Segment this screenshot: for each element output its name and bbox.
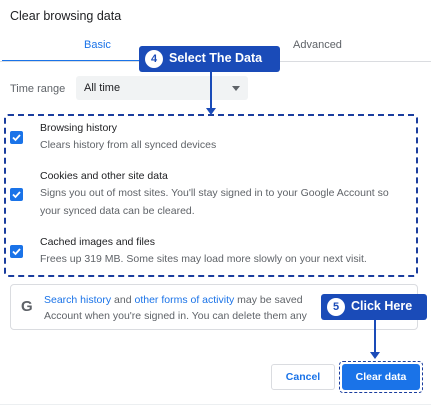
step-number: 4: [145, 50, 163, 68]
dialog-title: Clear browsing data: [10, 9, 122, 23]
callout-label: Click Here: [351, 299, 413, 313]
item-desc: Clears history from all synced devices: [40, 139, 217, 151]
callout-click-here: 5 Click Here: [321, 294, 427, 320]
clear-data-button[interactable]: Clear data: [342, 364, 420, 390]
item-title: Cookies and other site data: [40, 170, 168, 182]
arrow-line: [210, 72, 212, 110]
arrow-down-icon: [206, 108, 216, 115]
search-history-link[interactable]: Search history: [44, 294, 111, 306]
tab-advanced[interactable]: Advanced: [293, 39, 342, 51]
cancel-button[interactable]: Cancel: [271, 364, 335, 390]
check-icon: [12, 134, 21, 142]
chevron-down-icon: [232, 86, 240, 91]
callout-label: Select The Data: [169, 51, 263, 65]
cache-checkbox[interactable]: [10, 245, 23, 258]
item-desc: Signs you out of most sites. You'll stay…: [40, 187, 389, 199]
cookies-checkbox[interactable]: [10, 188, 23, 201]
item-desc: your synced data can be cleared.: [40, 205, 195, 217]
footer-divider: [0, 404, 431, 405]
time-range-value: All time: [84, 82, 121, 94]
google-note-text: Search history and other forms of activi…: [44, 294, 307, 322]
browsing-history-checkbox[interactable]: [10, 131, 23, 144]
time-range-label: Time range: [10, 83, 66, 95]
check-icon: [12, 191, 21, 199]
callout-select-data: 4 Select The Data: [139, 46, 280, 72]
tab-basic[interactable]: Basic: [84, 39, 111, 51]
step-number: 5: [327, 298, 345, 316]
check-icon: [12, 248, 21, 256]
arrow-down-icon: [370, 352, 380, 359]
item-title: Browsing history: [40, 122, 118, 134]
google-icon: G: [21, 298, 33, 315]
item-desc: Frees up 319 MB. Some sites may load mor…: [40, 253, 367, 265]
item-title: Cached images and files: [40, 236, 155, 248]
time-range-select[interactable]: All time: [76, 76, 248, 100]
activity-link[interactable]: other forms of activity: [134, 294, 234, 306]
arrow-line: [374, 320, 376, 354]
